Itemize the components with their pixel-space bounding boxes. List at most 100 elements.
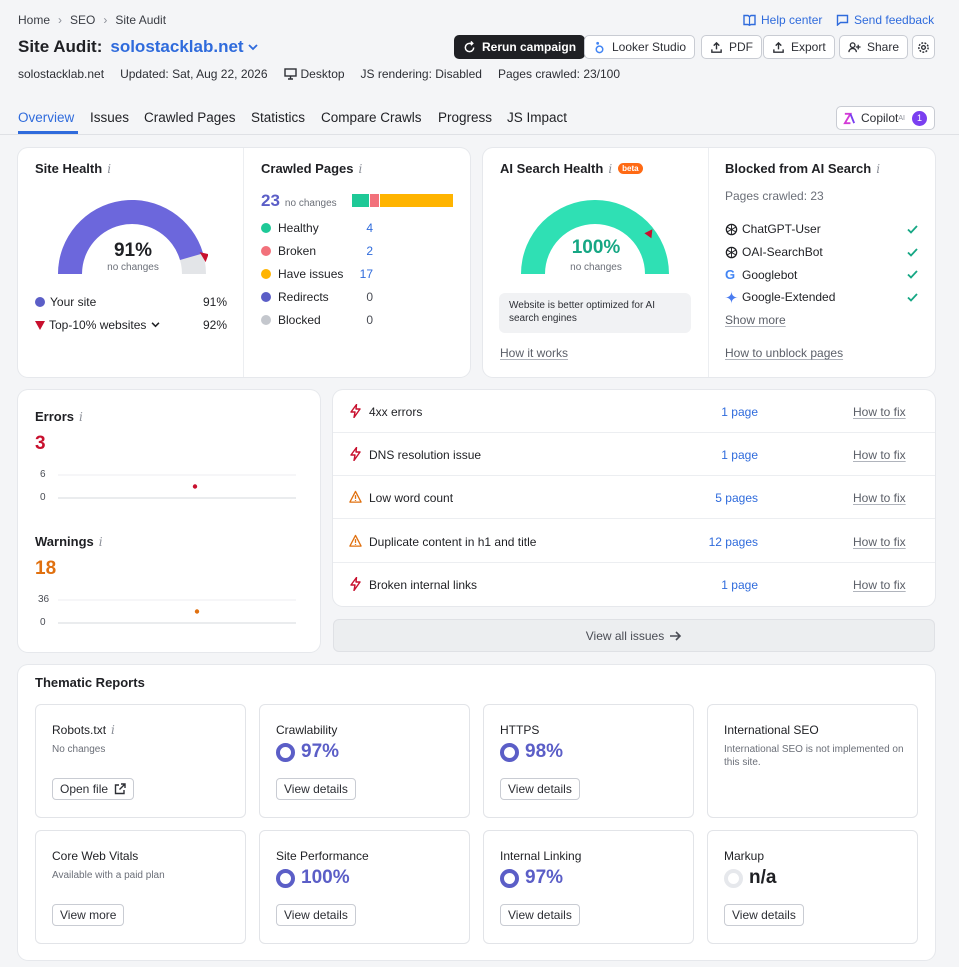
crawled-legend-blocked[interactable]: Blocked 0 — [261, 313, 373, 327]
breadcrumb-home[interactable]: Home — [18, 13, 50, 27]
issue-title[interactable]: Duplicate content in h1 and title — [369, 535, 536, 549]
show-more-link[interactable]: Show more — [725, 313, 786, 327]
report-crawlability: Crawlability 97% View details — [259, 704, 470, 818]
tab-progress[interactable]: Progress — [438, 110, 492, 125]
bot-row: Google-Extended — [725, 290, 918, 304]
legend-label: Healthy — [278, 221, 319, 235]
check-icon — [907, 224, 918, 234]
issue-row: 4xx errors 1 page How to fix — [333, 390, 935, 433]
info-icon[interactable]: i — [111, 723, 115, 737]
beta-badge: beta — [618, 163, 643, 174]
legend-label: Redirects — [278, 290, 329, 304]
ai-health-sub: no changes — [570, 262, 622, 273]
issue-count[interactable]: 1 page — [721, 578, 758, 592]
issue-row: Duplicate content in h1 and title 12 page… — [333, 520, 935, 563]
how-to-fix-link[interactable]: How to fix — [853, 491, 906, 505]
tab-overview[interactable]: Overview — [18, 110, 74, 125]
view-all-issues-button[interactable]: View all issues — [333, 619, 935, 652]
report-name: Site Performance — [276, 849, 369, 863]
how-to-fix-link[interactable]: How to fix — [853, 448, 906, 462]
report-button[interactable]: View details — [500, 778, 580, 800]
issue-title[interactable]: Low word count — [369, 491, 453, 505]
score-ring-icon — [500, 868, 519, 888]
report-button[interactable]: Open file — [52, 778, 135, 800]
copilot-badge: 1 — [911, 110, 927, 126]
how-to-fix-link[interactable]: How to fix — [853, 578, 906, 592]
site-health-value: 91% — [113, 240, 153, 261]
bar-segment — [352, 194, 370, 207]
errors-value[interactable]: 3 — [35, 433, 46, 455]
breadcrumb-current: Site Audit — [115, 13, 167, 27]
how-to-unblock-link[interactable]: How to unblock pages — [725, 346, 843, 360]
tab-compare-crawls[interactable]: Compare Crawls — [321, 110, 422, 125]
warnings-value[interactable]: 18 — [35, 558, 56, 580]
settings-button[interactable] — [912, 35, 935, 59]
crawled-legend-have-issues[interactable]: Have issues 17 — [261, 267, 373, 281]
issue-row: Broken internal links 1 page How to fix — [333, 563, 935, 606]
report-button[interactable]: View details — [500, 904, 580, 926]
tab-js-impact[interactable]: JS Impact — [507, 110, 567, 125]
looker-icon — [595, 41, 604, 53]
legend-value: 2 — [366, 244, 373, 258]
tab-issues[interactable]: Issues — [90, 110, 129, 125]
share-button[interactable]: Share — [839, 35, 909, 59]
tabs-divider — [0, 134, 959, 135]
report-score: 100% — [276, 867, 350, 889]
breadcrumb-seo[interactable]: SEO — [70, 13, 95, 27]
chevron-right-icon: › — [103, 13, 108, 27]
info-icon[interactable]: i — [107, 162, 111, 176]
sparkline-point[interactable] — [192, 484, 198, 489]
looker-studio-button[interactable]: Looker Studio — [584, 35, 696, 59]
issue-count[interactable]: 1 page — [721, 405, 758, 419]
issue-title[interactable]: 4xx errors — [369, 405, 422, 419]
send-feedback-link[interactable]: Send feedback — [836, 13, 934, 27]
how-to-fix-link[interactable]: How to fix — [853, 535, 906, 549]
how-it-works-link[interactable]: How it works — [500, 346, 568, 360]
issue-title[interactable]: Broken internal links — [369, 578, 477, 592]
bot-row: G Googlebot — [725, 267, 918, 282]
blocked-ai-sub: Pages crawled: 23 — [725, 189, 824, 203]
pdf-button[interactable]: PDF — [701, 35, 762, 59]
upload-icon — [711, 41, 722, 53]
ai-health-value: 100% — [571, 237, 621, 258]
report-button[interactable]: View details — [724, 904, 804, 926]
report-button[interactable]: View details — [276, 904, 356, 926]
chevron-down-icon — [151, 322, 160, 328]
meta-crawled: Pages crawled: 23/100 — [497, 67, 621, 81]
gemini-icon — [725, 290, 738, 304]
issue-title[interactable]: DNS resolution issue — [369, 448, 481, 462]
copilot-button[interactable]: Copilot AI 1 — [836, 106, 935, 130]
legend-top-10[interactable]: Top-10% websites 92% — [35, 318, 227, 332]
help-center-link[interactable]: Help center — [743, 13, 822, 27]
tab-crawled-pages[interactable]: Crawled Pages — [144, 110, 236, 125]
report-button[interactable]: View more — [52, 904, 125, 926]
legend-dot — [261, 223, 271, 233]
crawled-legend-broken[interactable]: Broken 2 — [261, 244, 373, 258]
legend-value: 4 — [366, 221, 373, 235]
score-ring-icon — [724, 868, 743, 888]
rerun-campaign-button[interactable]: Rerun campaign — [454, 35, 586, 59]
crawled-legend-healthy[interactable]: Healthy 4 — [261, 221, 373, 235]
errors-y-bottom: 0 — [40, 492, 46, 503]
report-site-performance: Site Performance 100% View details — [259, 830, 470, 944]
site-health-title: Site Health i — [35, 161, 112, 176]
info-icon[interactable]: i — [79, 410, 83, 424]
report-button[interactable]: View details — [276, 778, 356, 800]
info-icon[interactable]: i — [608, 162, 612, 176]
crawled-legend-redirects[interactable]: Redirects 0 — [261, 290, 373, 304]
issue-count[interactable]: 12 pages — [709, 535, 758, 549]
info-icon[interactable]: i — [99, 535, 103, 549]
crawled-total[interactable]: 23 no changes — [261, 191, 337, 211]
export-button[interactable]: Export — [763, 35, 835, 59]
info-icon[interactable]: i — [359, 162, 363, 176]
error-icon — [350, 576, 361, 591]
tab-statistics[interactable]: Statistics — [251, 110, 305, 125]
openai-icon — [725, 246, 738, 258]
meta-site: solostacklab.net — [18, 67, 105, 81]
info-icon[interactable]: i — [876, 162, 880, 176]
how-to-fix-link[interactable]: How to fix — [853, 405, 906, 419]
sparkline-point[interactable] — [194, 609, 200, 614]
issue-count[interactable]: 1 page — [721, 448, 758, 462]
issue-count[interactable]: 5 pages — [715, 491, 758, 505]
domain-selector[interactable]: solostacklab.net — [110, 37, 258, 57]
